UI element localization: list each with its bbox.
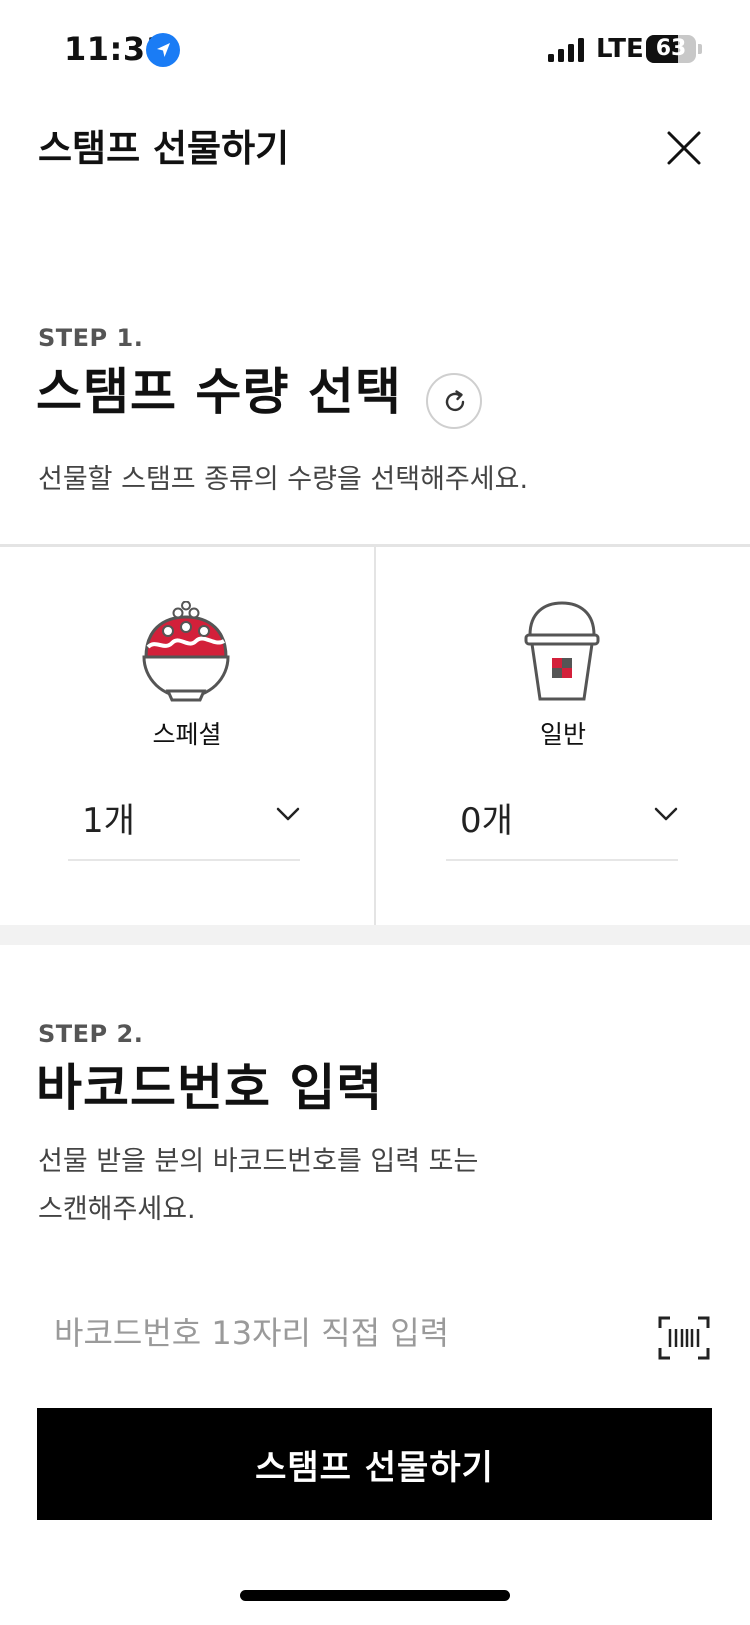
regular-stamp-label: 일반 [539,720,586,749]
special-quantity-select[interactable]: 1개 [68,769,300,861]
regular-quantity-select[interactable]: 0개 [446,769,678,861]
step2-label: STEP 2. [38,1020,144,1048]
battery-nub [698,44,702,54]
close-icon [667,131,701,165]
send-stamp-gift-button[interactable]: 스탬프 선물하기 [37,1408,712,1520]
barcode-scan-button[interactable] [658,1316,710,1360]
step1-title: 스탬프 수량 선택 [36,363,402,421]
refresh-icon [445,390,465,412]
regular-stamp-column: 일반 0개 [376,547,750,925]
regular-quantity-value: 0개 [460,801,513,841]
step1-description: 선물할 스탬프 종류의 수량을 선택해주세요. [38,464,529,495]
special-quantity-value: 1개 [82,801,135,841]
chevron-down-icon [654,807,678,821]
step2-description-line2: 스캔해주세요. [38,1194,196,1225]
regular-stamp-icon [524,601,600,701]
chevron-down-icon [276,807,300,821]
status-bar: 11:31 LTE 63 [0,0,750,100]
page-title: 스탬프 선물하기 [38,127,290,170]
barcode-scan-icon [658,1316,710,1360]
special-stamp-label: 스페셜 [152,720,222,749]
battery-icon: 63 [646,35,696,63]
home-indicator [240,1590,510,1601]
battery-level: 63 [655,36,687,61]
section-separator [0,925,750,945]
special-stamp-column: 스페셜 1개 [0,547,374,925]
step2-description-line1: 선물 받을 분의 바코드번호를 입력 또는 [38,1146,479,1177]
barcode-input[interactable] [38,1294,618,1372]
reset-quantity-button[interactable] [426,373,482,429]
network-label: LTE [596,34,644,64]
special-stamp-icon [142,601,230,702]
step2-title: 바코드번호 입력 [36,1059,384,1117]
location-arrow-icon [146,33,180,67]
close-button[interactable] [660,124,708,172]
step1-label: STEP 1. [38,324,144,352]
signal-icon [548,38,584,62]
